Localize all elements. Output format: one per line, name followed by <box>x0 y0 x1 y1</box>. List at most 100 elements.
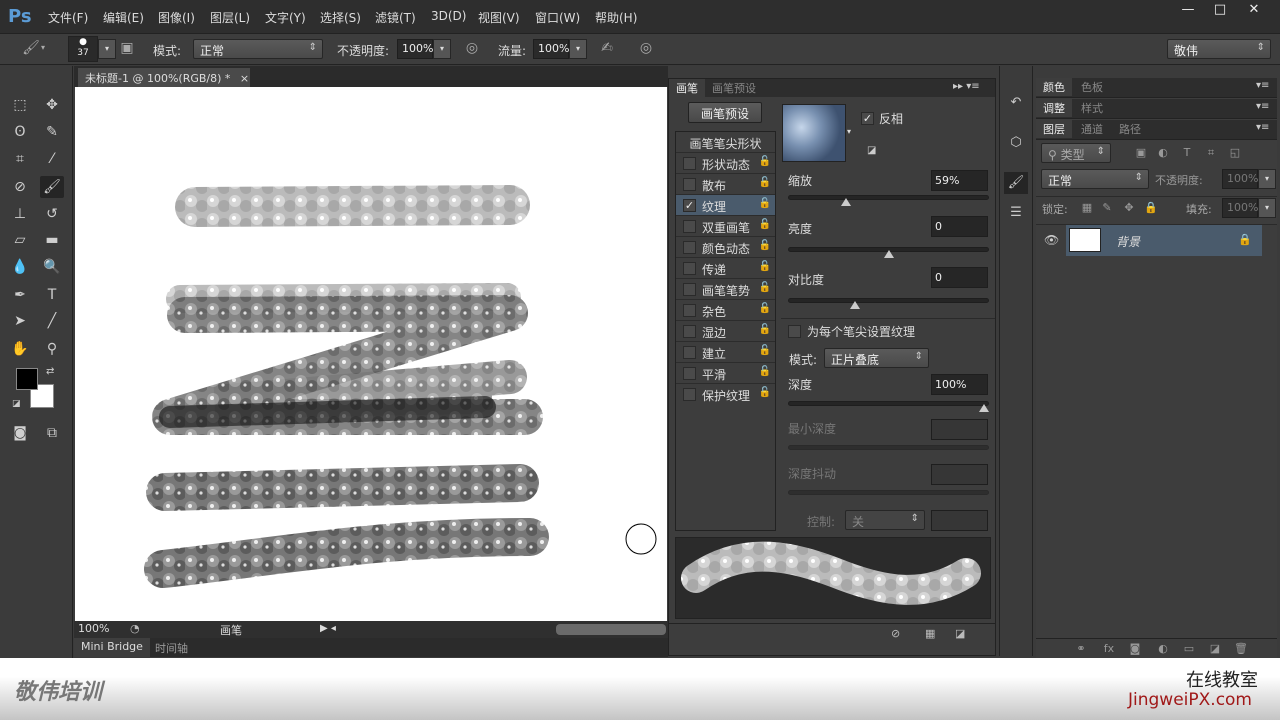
menu-image[interactable]: 图像(I) <box>158 9 195 26</box>
status-menu-arrow[interactable]: ▶ ◂ <box>320 623 336 634</box>
path-select-icon[interactable]: ➤ <box>8 310 32 332</box>
checkbox[interactable] <box>683 220 696 233</box>
lock-icon[interactable]: 🔓 <box>759 387 771 398</box>
history-icon[interactable]: ↶ <box>1004 92 1028 114</box>
type-filter-icon[interactable]: T <box>1180 146 1194 159</box>
depth-input[interactable]: 100% <box>931 374 988 395</box>
texture-dropdown-icon[interactable]: ▾ <box>847 127 851 136</box>
tab-styles[interactable]: 样式 <box>1074 99 1110 117</box>
fx-icon[interactable]: fx <box>1102 642 1116 655</box>
screen-mode-icon[interactable]: ⧉ <box>40 422 64 444</box>
lock-icon[interactable]: 🔓 <box>759 261 771 272</box>
menu-filter[interactable]: 滤镜(T) <box>375 9 416 26</box>
checkbox[interactable] <box>683 178 696 191</box>
texture-swatch[interactable] <box>782 104 846 162</box>
texture-mode-select[interactable]: 正片叠底 <box>824 348 929 368</box>
tab-color[interactable]: 颜色 <box>1036 78 1072 96</box>
tab-timeline[interactable]: 时间轴 <box>148 638 195 657</box>
quick-mask-icon[interactable]: ◙ <box>8 422 32 444</box>
contrast-slider-thumb[interactable] <box>850 301 860 309</box>
brush-panel-toggle-icon[interactable]: ▣ <box>118 40 136 56</box>
lock-icon[interactable]: 🔓 <box>759 177 771 188</box>
brush-setting-item[interactable]: 传递 🔓 <box>676 257 775 278</box>
lock-icon[interactable]: 🔓 <box>759 240 771 251</box>
status-export-icon[interactable]: ◔ <box>130 622 140 635</box>
checkbox[interactable] <box>683 388 696 401</box>
scale-slider-thumb[interactable] <box>841 198 851 206</box>
add-mask-icon[interactable]: ◙ <box>1128 642 1142 655</box>
brush-setting-item[interactable]: 保护纹理 🔓 <box>676 383 775 404</box>
brightness-slider-thumb[interactable] <box>884 250 894 258</box>
menu-select[interactable]: 选择(S) <box>320 9 361 26</box>
tab-paths[interactable]: 路径 <box>1112 120 1148 138</box>
blur-icon[interactable]: 💧 <box>8 256 32 278</box>
delete-layer-icon[interactable]: 🗑 <box>1234 642 1248 655</box>
per-tip-texture-checkbox[interactable] <box>788 325 801 338</box>
layer-filter-select[interactable]: ⚲ 类型 <box>1041 143 1111 163</box>
chevron-down-icon[interactable]: ▾ <box>41 43 45 52</box>
brush-tool-preset-icon[interactable]: 🖌 <box>22 40 40 56</box>
contrast-input[interactable]: 0 <box>931 267 988 288</box>
brush-setting-item[interactable]: 颜色动态 🔓 <box>676 236 775 257</box>
menu-window[interactable]: 窗口(W) <box>535 9 580 26</box>
brush-icon[interactable]: 🖌 <box>40 176 64 198</box>
close-button[interactable]: ✕ <box>1238 0 1270 20</box>
line-icon[interactable]: ╱ <box>40 310 64 332</box>
toggle-hard-bristle-preview-icon[interactable]: ⊘ <box>891 627 900 640</box>
history-brush-icon[interactable]: ↺ <box>40 203 64 225</box>
adjustment-filter-icon[interactable]: ◐ <box>1156 146 1170 159</box>
tab-layers[interactable]: 图层 <box>1036 120 1072 138</box>
new-group-icon[interactable]: ▭ <box>1182 642 1196 655</box>
tab-mini-bridge[interactable]: Mini Bridge <box>74 638 150 657</box>
visibility-eye-icon[interactable]: 👁 <box>1044 233 1059 247</box>
brush-setting-item[interactable]: 散布 🔓 <box>676 173 775 194</box>
lock-position-icon[interactable]: ✥ <box>1122 201 1136 214</box>
lock-transparent-icon[interactable]: ▦ <box>1080 201 1094 214</box>
menu-3d[interactable]: 3D(D) <box>431 9 466 23</box>
brush-picker-dropdown[interactable]: ▾ <box>98 39 116 59</box>
brush-setting-item[interactable]: 画笔笔势 🔓 <box>676 278 775 299</box>
tab-adjustments[interactable]: 调整 <box>1036 99 1072 117</box>
brightness-input[interactable]: 0 <box>931 216 988 237</box>
contrast-slider[interactable] <box>788 298 989 309</box>
mode-select[interactable]: 正常 <box>193 39 323 59</box>
checkbox[interactable] <box>683 346 696 359</box>
brush-panel-icon[interactable]: 🖌 <box>1004 172 1028 194</box>
tab-channels[interactable]: 通道 <box>1074 120 1110 138</box>
crop-icon[interactable]: ⌗ <box>8 148 32 170</box>
menu-type[interactable]: 文字(Y) <box>265 9 306 26</box>
workspace-select[interactable]: 敬伟 <box>1167 39 1271 59</box>
opacity-dropdown[interactable]: ▾ <box>433 39 451 59</box>
move-icon[interactable]: ✥ <box>40 94 64 116</box>
lock-icon[interactable]: 🔓 <box>759 366 771 377</box>
checkbox[interactable] <box>683 304 696 317</box>
opacity-input[interactable]: 100% <box>397 39 433 59</box>
checkbox[interactable] <box>683 367 696 380</box>
eraser-icon[interactable]: ▱ <box>8 229 32 251</box>
close-tab-icon[interactable]: × <box>240 72 249 85</box>
layers-panel-menu-icon[interactable]: ▾≡ <box>1256 122 1269 133</box>
checkbox[interactable] <box>683 283 696 296</box>
flow-input[interactable]: 100% <box>533 39 569 59</box>
color-panel-menu-icon[interactable]: ▾≡ <box>1256 80 1269 91</box>
checkbox[interactable]: ✓ <box>683 199 696 212</box>
healing-icon[interactable]: ⊘ <box>8 176 32 198</box>
type-icon[interactable]: T <box>40 284 64 306</box>
brush-setting-item[interactable]: 建立 🔓 <box>676 341 775 362</box>
menu-layer[interactable]: 图层(L) <box>210 9 250 26</box>
zoom-icon[interactable]: ⚲ <box>40 338 64 360</box>
fill-dropdown[interactable]: ▾ <box>1258 198 1276 218</box>
lock-icon[interactable]: 🔓 <box>759 219 771 230</box>
default-colors-icon[interactable]: ◪ <box>12 399 21 409</box>
pressure-size-icon[interactable]: ◎ <box>637 40 655 56</box>
brush-presets-button[interactable]: 画笔预设 <box>688 102 762 123</box>
lock-icon[interactable]: 🔓 <box>759 282 771 293</box>
lasso-icon[interactable]: ʘ <box>8 121 32 143</box>
hand-icon[interactable]: ✋ <box>8 338 32 360</box>
quick-select-icon[interactable]: ✎ <box>40 121 64 143</box>
pixel-filter-icon[interactable]: ▣ <box>1134 146 1148 159</box>
pen-icon[interactable]: ✒ <box>8 284 32 306</box>
checkbox[interactable] <box>683 262 696 275</box>
tab-swatches[interactable]: 色板 <box>1074 78 1110 96</box>
new-preset-icon[interactable]: ◪ <box>867 145 876 156</box>
